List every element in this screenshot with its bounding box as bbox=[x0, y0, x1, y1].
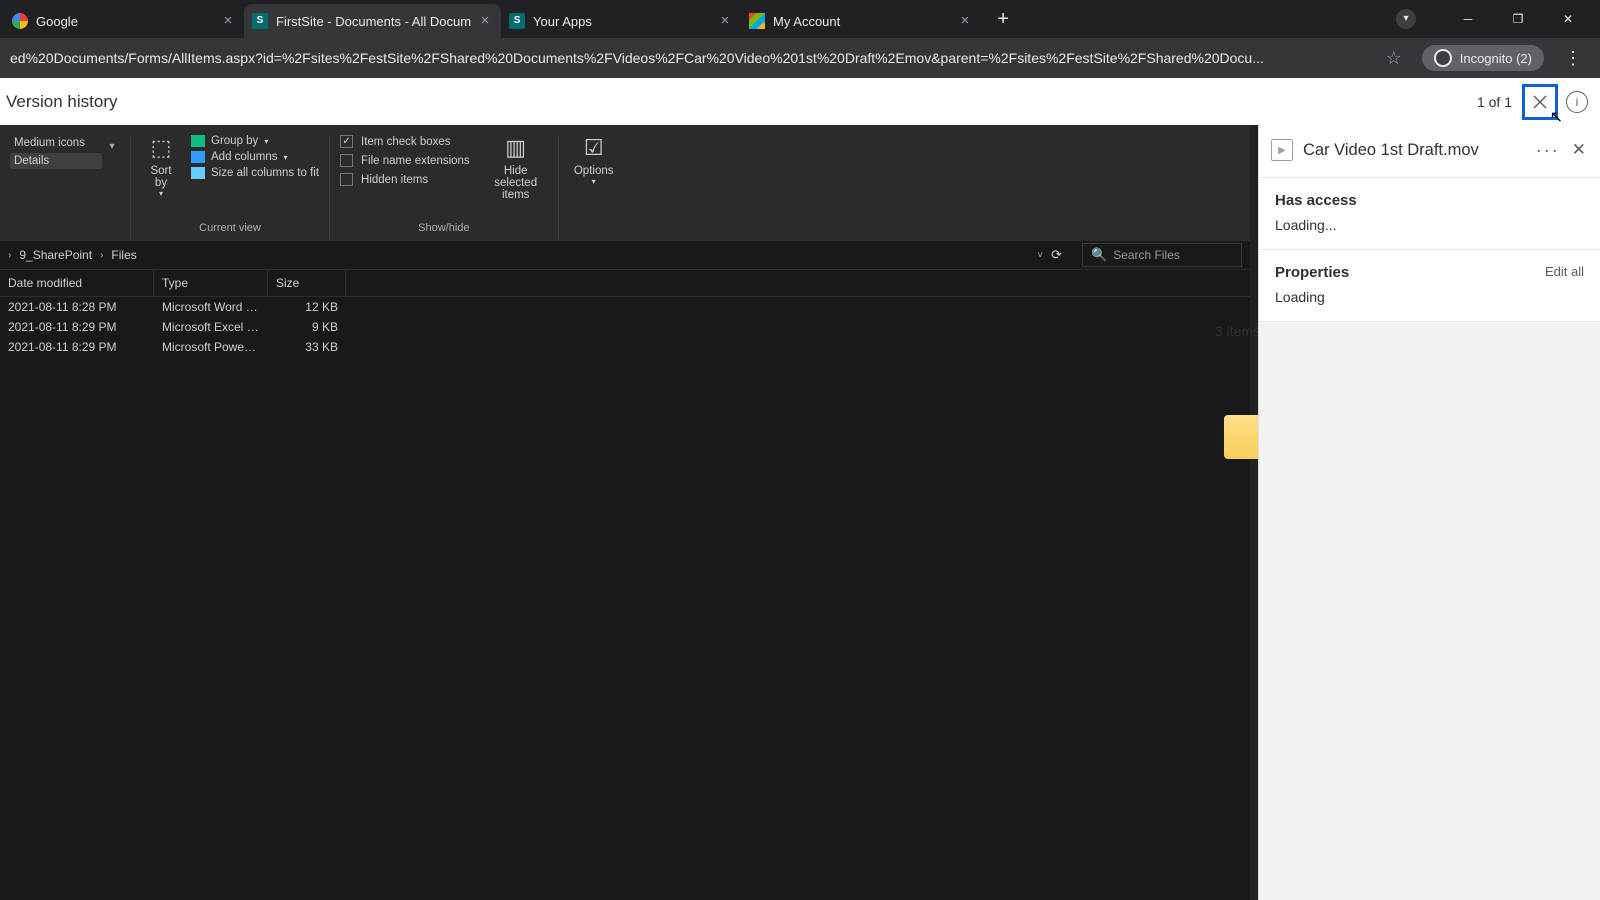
more-actions-button[interactable]: ··· bbox=[1536, 140, 1560, 161]
hide-icon: ▥ bbox=[505, 135, 526, 161]
details-filename: Car Video 1st Draft.mov bbox=[1303, 141, 1526, 160]
window-minimize-button[interactable]: ─ bbox=[1446, 4, 1490, 34]
close-icon[interactable]: × bbox=[220, 13, 236, 29]
chevron-right-icon: › bbox=[100, 250, 103, 261]
has-access-value: Loading... bbox=[1275, 217, 1584, 233]
options-icon: ☑ bbox=[584, 135, 604, 161]
version-counter: 1 of 1 bbox=[1477, 94, 1512, 110]
file-explorer: Medium icons Details ▾ ⬚ Sort by ▾ Group… bbox=[0, 125, 1250, 900]
window-close-button[interactable]: ✕ bbox=[1546, 4, 1590, 34]
properties-heading: Properties bbox=[1275, 264, 1584, 281]
layout-more-icon[interactable]: ▾ bbox=[104, 141, 120, 152]
details-panel: ▶ Car Video 1st Draft.mov ··· ✕ Has acce… bbox=[1258, 125, 1600, 900]
item-count: 3 items bbox=[1215, 323, 1260, 339]
chevron-right-icon: › bbox=[8, 250, 11, 261]
browser-menu-button[interactable]: ⋮ bbox=[1552, 48, 1594, 69]
explorer-ribbon: Medium icons Details ▾ ⬚ Sort by ▾ Group… bbox=[0, 125, 1250, 240]
new-tab-button[interactable]: + bbox=[989, 5, 1017, 33]
tab-title: Your Apps bbox=[533, 14, 711, 29]
options-button[interactable]: ☑ Options ▾ bbox=[569, 135, 619, 186]
ribbon-layout-group: Medium icons Details ▾ bbox=[0, 135, 131, 240]
has-access-section: Has access Loading... bbox=[1259, 178, 1600, 250]
chevron-down-icon: ▾ bbox=[159, 189, 163, 198]
column-headers: Date modified Type Size bbox=[0, 270, 1250, 297]
breadcrumb-segment[interactable]: Files bbox=[111, 248, 136, 262]
address-bar[interactable]: ed%20Documents/Forms/AllItems.aspx?id=%2… bbox=[0, 50, 1374, 66]
breadcrumb-segment[interactable]: 9_SharePoint bbox=[19, 248, 92, 262]
browser-tab-sharepoint-docs[interactable]: S FirstSite - Documents - All Docum × bbox=[244, 4, 501, 38]
details-close-button[interactable]: ✕ bbox=[1570, 140, 1588, 160]
edit-all-button[interactable]: Edit all bbox=[1545, 264, 1584, 279]
google-favicon-icon bbox=[12, 13, 28, 29]
microsoft-favicon-icon bbox=[749, 13, 765, 29]
cursor-icon: ↖ bbox=[1550, 107, 1563, 127]
add-columns-button[interactable]: Add columns ▾ bbox=[191, 151, 319, 163]
checkbox-icon bbox=[340, 154, 353, 167]
browser-toolbar: ed%20Documents/Forms/AllItems.aspx?id=%2… bbox=[0, 38, 1600, 78]
browser-tab-my-account[interactable]: My Account × bbox=[741, 4, 981, 38]
table-row[interactable]: 2021-08-11 8:29 PM Microsoft Excel W... … bbox=[0, 317, 1250, 337]
checkbox-icon bbox=[340, 173, 353, 186]
incognito-icon bbox=[1434, 49, 1452, 67]
properties-value: Loading bbox=[1275, 289, 1584, 305]
checkbox-checked-icon bbox=[340, 135, 353, 148]
vpn-badge-icon[interactable]: ▾ bbox=[1396, 9, 1416, 29]
bookmark-star-icon[interactable]: ☆ bbox=[1374, 48, 1414, 69]
file-list: 2021-08-11 8:28 PM Microsoft Word D... 1… bbox=[0, 297, 1250, 357]
sharepoint-favicon-icon: S bbox=[252, 13, 268, 29]
chevron-down-icon: ▾ bbox=[592, 177, 596, 186]
incognito-label: Incognito (2) bbox=[1460, 51, 1532, 66]
browser-tab-google[interactable]: Google × bbox=[4, 4, 244, 38]
video-file-icon: ▶ bbox=[1271, 139, 1293, 161]
window-maximize-button[interactable]: ❐ bbox=[1496, 4, 1540, 34]
tab-title: My Account bbox=[773, 14, 951, 29]
browser-tab-your-apps[interactable]: S Your Apps × bbox=[501, 4, 741, 38]
item-checkboxes-toggle[interactable]: Item check boxes bbox=[340, 135, 470, 148]
search-input[interactable]: 🔍 Search Files bbox=[1082, 243, 1242, 267]
chevron-down-icon: ▾ bbox=[264, 137, 268, 146]
hide-selected-button[interactable]: ▥ Hide selected items bbox=[484, 135, 548, 201]
ribbon-group-label: Show/hide bbox=[340, 218, 548, 240]
layout-details[interactable]: Details bbox=[10, 153, 102, 169]
tab-title: Google bbox=[36, 14, 214, 29]
has-access-heading: Has access bbox=[1275, 192, 1584, 209]
sort-by-button[interactable]: ⬚ Sort by ▾ bbox=[141, 135, 181, 198]
browser-tab-bar: Google × S FirstSite - Documents - All D… bbox=[0, 0, 1600, 38]
sharepoint-favicon-icon: S bbox=[509, 13, 525, 29]
group-by-button[interactable]: Group by ▾ bbox=[191, 135, 319, 147]
properties-section: Edit all Properties Loading bbox=[1259, 250, 1600, 322]
details-header: ▶ Car Video 1st Draft.mov ··· ✕ bbox=[1259, 125, 1600, 178]
search-placeholder: Search Files bbox=[1113, 248, 1180, 262]
hidden-items-toggle[interactable]: Hidden items bbox=[340, 173, 470, 186]
version-history-close-button[interactable]: ↖ bbox=[1522, 84, 1558, 120]
close-icon[interactable]: × bbox=[477, 13, 493, 29]
table-row[interactable]: 2021-08-11 8:29 PM Microsoft PowerP... 3… bbox=[0, 337, 1250, 357]
ribbon-options-group: ☑ Options ▾ bbox=[559, 135, 629, 240]
column-type[interactable]: Type bbox=[154, 270, 268, 296]
file-extensions-toggle[interactable]: File name extensions bbox=[340, 154, 470, 167]
column-date-modified[interactable]: Date modified bbox=[0, 270, 154, 296]
info-button[interactable]: i bbox=[1566, 91, 1588, 113]
version-history-title: Version history bbox=[6, 92, 118, 112]
chevron-down-icon[interactable]: ˅ bbox=[1037, 250, 1043, 261]
version-history-bar: Version history 1 of 1 ↖ i bbox=[0, 78, 1600, 125]
layout-medium-icons[interactable]: Medium icons bbox=[10, 135, 102, 151]
tab-title: FirstSite - Documents - All Docum bbox=[276, 14, 471, 29]
ribbon-current-view-group: ⬚ Sort by ▾ Group by ▾ Add columns ▾ Siz… bbox=[131, 135, 330, 240]
incognito-indicator[interactable]: Incognito (2) bbox=[1422, 45, 1544, 71]
ribbon-showhide-group: Item check boxes File name extensions Hi… bbox=[330, 135, 559, 240]
refresh-icon[interactable]: ⟳ bbox=[1051, 247, 1062, 263]
table-row[interactable]: 2021-08-11 8:28 PM Microsoft Word D... 1… bbox=[0, 297, 1250, 317]
search-icon: 🔍 bbox=[1091, 247, 1107, 263]
size-columns-button[interactable]: Size all columns to fit bbox=[191, 167, 319, 179]
close-icon[interactable]: × bbox=[717, 13, 733, 29]
chevron-down-icon: ▾ bbox=[283, 153, 287, 162]
sort-icon: ⬚ bbox=[151, 135, 172, 161]
breadcrumb[interactable]: › 9_SharePoint › Files ˅ ⟳ 🔍 Search File… bbox=[0, 240, 1250, 270]
ribbon-group-label: Current view bbox=[141, 218, 319, 240]
close-icon[interactable]: × bbox=[957, 13, 973, 29]
column-size[interactable]: Size bbox=[268, 270, 346, 296]
